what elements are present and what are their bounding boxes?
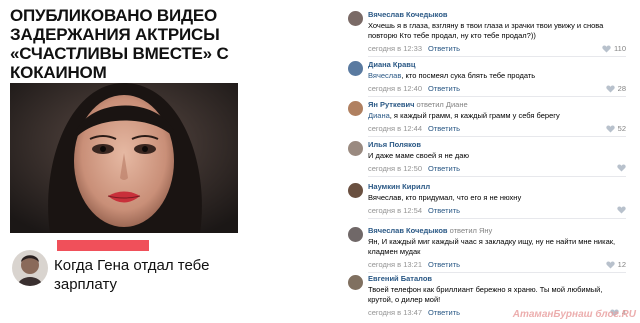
comment-divider [368, 56, 626, 57]
meme-caption: Когда Гена отдал тебе зарплату [54, 257, 210, 293]
comment-body: Твоей телефон как бриллиант бережно я хр… [368, 285, 603, 304]
commenter-name[interactable]: Илья Поляков [368, 140, 421, 149]
reply-button[interactable]: Ответить [428, 164, 460, 173]
comment-meta: сегодня в 13:21 Ответить [368, 260, 460, 269]
comment-timestamp[interactable]: сегодня в 13:21 [368, 260, 422, 269]
comment-divider [368, 272, 626, 273]
mention-link[interactable]: Диана [368, 111, 390, 120]
left-panel: ОПУБЛИКОВАНО ВИДЕО ЗАДЕРЖАНИЯ АКТРИСЫ «С… [0, 0, 240, 323]
like-button[interactable]: 110 [602, 44, 626, 53]
comment-timestamp[interactable]: сегодня в 12:40 [368, 84, 422, 93]
comment-body: , я каждый грамм, я каждый грамм у себя … [389, 111, 560, 120]
heart-icon [605, 260, 615, 269]
comment-divider [368, 176, 626, 177]
comment-text: Твоей телефон как бриллиант бережно я хр… [368, 285, 628, 305]
comment-divider [368, 218, 626, 219]
commenter-avatar[interactable] [348, 61, 363, 76]
meme-caption-row: Когда Гена отдал тебе зарплату [10, 240, 238, 310]
commenter-name[interactable]: Евгений Баталов [368, 274, 432, 283]
comment-text: Вячеслав, кто посмеял сука блять тебе пр… [368, 71, 628, 81]
commenter-name-text[interactable]: Илья Поляков [368, 140, 421, 149]
commenter-name[interactable]: Диана Кравц [368, 60, 415, 69]
reply-button[interactable]: Ответить [428, 260, 460, 269]
commenter-name-text[interactable]: Вячеслав Кочедыков [368, 10, 448, 19]
commenter-name-text[interactable]: Евгений Баталов [368, 274, 432, 283]
commenter-name-text[interactable]: Наумкин Кирилл [368, 182, 430, 191]
comment-meta: сегодня в 12:54 Ответить [368, 206, 460, 215]
commenter-name-text[interactable]: Ян Руткевич [368, 100, 414, 109]
commenter-avatar[interactable] [348, 183, 363, 198]
like-count: 52 [617, 124, 626, 133]
comment-divider [368, 136, 626, 137]
watermark-text: АтаманБурнаш блог.RU [512, 309, 636, 320]
comment-timestamp[interactable]: сегодня в 12:33 [368, 44, 422, 53]
comment-meta: сегодня в 13:47 Ответить [368, 308, 460, 317]
comment-text: Ян, И каждый миг каждый чаас я закладку … [368, 237, 628, 257]
actress-photo [10, 83, 238, 233]
like-count: 12 [617, 260, 626, 269]
like-count: 110 [614, 44, 626, 53]
comment-timestamp[interactable]: сегодня в 12:50 [368, 164, 422, 173]
commenter-avatar[interactable] [348, 227, 363, 242]
commenter-name-text[interactable]: Диана Кравц [368, 60, 415, 69]
like-button[interactable] [617, 164, 626, 172]
comment-body: Ян, И каждый миг каждый чаас я закладку … [368, 237, 616, 256]
commenter-name[interactable]: Наумкин Кирилл [368, 182, 430, 191]
heart-icon [605, 124, 615, 133]
reply-button[interactable]: Ответить [428, 308, 460, 317]
commenter-name[interactable]: Вячеслав Кочедыков ответил Яну [368, 226, 492, 235]
comment-text: Диана, я каждый грамм, я каждый грамм у … [368, 111, 628, 121]
comment-body: , кто посмеял сука блять тебе продать [401, 71, 536, 80]
comment-timestamp[interactable]: сегодня в 12:44 [368, 124, 422, 133]
heart-icon [602, 44, 611, 53]
reply-button[interactable]: Ответить [428, 206, 460, 215]
reply-button[interactable]: Ответить [428, 124, 460, 133]
comment-body: И даже маме своей я не даю [368, 151, 470, 160]
commenter-name[interactable]: Ян Руткевич ответил Диане [368, 100, 468, 109]
commenter-avatar[interactable] [348, 141, 363, 156]
comments-panel: Вячеслав Кочедыков Хочешь я в глаза, взгл… [320, 0, 640, 323]
comment-text: И даже маме своей я не даю [368, 151, 628, 161]
like-button[interactable]: 52 [605, 124, 626, 133]
like-button[interactable]: 28 [605, 84, 626, 93]
comment-meta: сегодня в 12:40 Ответить [368, 84, 460, 93]
heart-icon [617, 206, 626, 214]
comment-timestamp[interactable]: сегодня в 12:54 [368, 206, 422, 215]
comment-body: Хочешь я в глаза, взгляну в твои глаза и… [368, 21, 604, 40]
reply-button[interactable]: Ответить [428, 84, 460, 93]
like-count: 28 [617, 84, 626, 93]
like-button[interactable] [617, 206, 626, 214]
comment-body: Вячеслав, кто придумал, что его я не нюх… [368, 193, 522, 202]
commenter-avatar[interactable] [348, 11, 363, 26]
heart-icon [605, 84, 615, 93]
avatar [12, 250, 48, 286]
comment-divider [368, 96, 626, 97]
commenter-avatar[interactable] [348, 101, 363, 116]
red-highlight-bar [57, 240, 149, 251]
article-headline: ОПУБЛИКОВАНО ВИДЕО ЗАДЕРЖАНИЯ АКТРИСЫ «С… [10, 6, 229, 82]
reply-to-label: ответил Яну [447, 226, 493, 235]
commenter-avatar[interactable] [348, 275, 363, 290]
comment-meta: сегодня в 12:33 Ответить [368, 44, 460, 53]
reply-button[interactable]: Ответить [428, 44, 460, 53]
commenter-name-text[interactable]: Вячеслав Кочедыков [368, 226, 448, 235]
reply-to-label: ответил Диане [414, 100, 468, 109]
comment-meta: сегодня в 12:44 Ответить [368, 124, 460, 133]
mention-link[interactable]: Вячеслав [368, 71, 401, 80]
comment-meta: сегодня в 12:50 Ответить [368, 164, 460, 173]
comment-text: Вячеслав, кто придумал, что его я не нюх… [368, 193, 628, 203]
heart-icon [617, 164, 626, 172]
comment-text: Хочешь я в глаза, взгляну в твои глаза и… [368, 21, 628, 41]
comment-timestamp[interactable]: сегодня в 13:47 [368, 308, 422, 317]
commenter-name[interactable]: Вячеслав Кочедыков [368, 10, 448, 19]
like-button[interactable]: 12 [605, 260, 626, 269]
